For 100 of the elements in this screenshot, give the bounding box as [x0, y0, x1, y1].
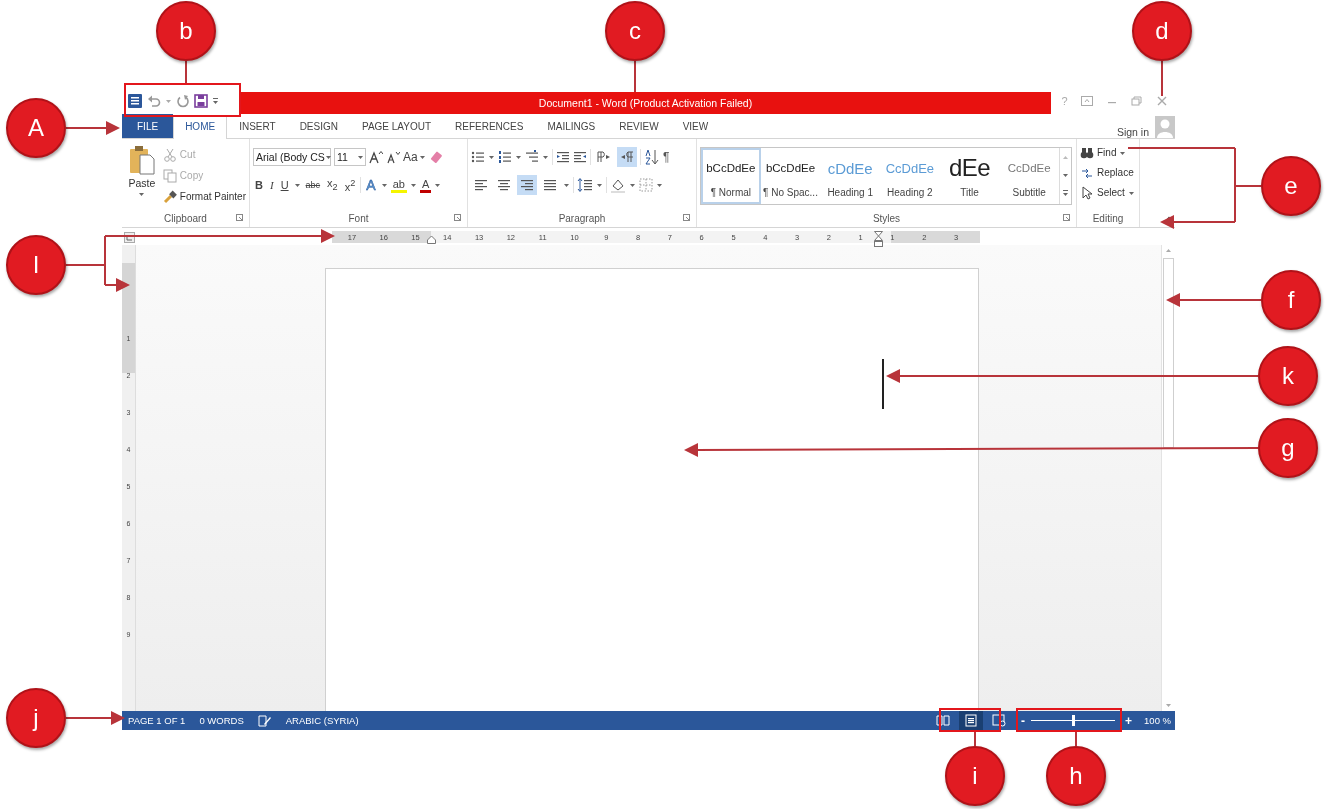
- ribbon-tab[interactable]: HOME: [173, 115, 228, 139]
- dialog-launcher-icon[interactable]: [236, 214, 244, 222]
- format-button[interactable]: x$^{2}$: [342, 177, 358, 193]
- leader-line: [634, 60, 636, 93]
- format-button[interactable]: I: [267, 179, 276, 191]
- decrease-indent-icon[interactable]: [556, 150, 570, 164]
- callout-badge: I: [6, 235, 66, 295]
- style-option[interactable]: dEe Title: [939, 148, 1000, 204]
- callout-badge: g: [1258, 418, 1318, 478]
- callout-badge: j: [6, 688, 66, 748]
- file-tab[interactable]: FILE: [122, 114, 174, 138]
- paste-button[interactable]: Paste: [125, 145, 159, 199]
- multilevel-list-icon[interactable]: [525, 150, 539, 164]
- leader-line: [1075, 730, 1077, 747]
- select-button[interactable]: Select: [1080, 183, 1135, 202]
- leader-line: [1161, 60, 1163, 97]
- leader-line: [65, 121, 120, 135]
- numbering-icon[interactable]: [498, 150, 512, 164]
- page-count[interactable]: PAGE 1 OF 1: [128, 715, 186, 726]
- hanging-indent-icon[interactable]: [874, 231, 883, 247]
- scroll-thumb[interactable]: [1163, 258, 1174, 448]
- ribbon-tab[interactable]: PAGE LAYOUT: [349, 115, 444, 138]
- format-button[interactable]: x$_{2}$: [325, 177, 340, 193]
- change-case-button[interactable]: Aa: [403, 150, 426, 164]
- find-button[interactable]: Find: [1080, 143, 1135, 162]
- callout-badge: e: [1261, 156, 1321, 216]
- style-option[interactable]: CcDdEe Heading 2: [880, 148, 940, 204]
- cursor-arrow-icon: [1080, 185, 1094, 200]
- group-label: Styles: [872, 212, 901, 224]
- ribbon-tab[interactable]: INSERT: [227, 115, 288, 138]
- text-cursor: [882, 359, 884, 409]
- style-option[interactable]: CcDdEe Subtitle: [999, 148, 1060, 204]
- grow-font-icon[interactable]: [369, 150, 383, 164]
- callout-badge: A: [6, 98, 66, 158]
- group-label: Clipboard: [164, 212, 207, 224]
- callout-badge: h: [1046, 746, 1106, 806]
- group-label: Editing: [1092, 212, 1124, 224]
- zoom-level[interactable]: 100 %: [1144, 715, 1171, 726]
- dialog-launcher-icon[interactable]: [683, 214, 691, 222]
- undo-icon[interactable]: [147, 94, 161, 108]
- zoom-in-button[interactable]: +: [1125, 713, 1133, 728]
- callout-badge: f: [1261, 270, 1321, 330]
- web-layout-icon[interactable]: [992, 714, 1007, 727]
- align-right-icon[interactable]: [517, 175, 537, 195]
- font-size-field[interactable]: 11: [334, 148, 366, 166]
- document-app-icon[interactable]: [127, 93, 143, 109]
- font-color-button[interactable]: A: [419, 177, 432, 193]
- callout-badge: i: [945, 746, 1005, 806]
- callout-badge: k: [1258, 346, 1318, 406]
- brush-icon: [162, 189, 177, 204]
- style-option[interactable]: bCcDdEe ¶ No Spac...: [760, 148, 821, 204]
- print-layout-icon[interactable]: [964, 714, 979, 727]
- format-button[interactable]: abc: [303, 180, 323, 190]
- copy-icon: [162, 168, 177, 183]
- ribbon-tab[interactable]: REFERENCES: [443, 115, 536, 138]
- ribbon-tab[interactable]: MAILINGS: [535, 115, 608, 138]
- dialog-launcher-icon[interactable]: [454, 214, 462, 222]
- line-spacing-icon[interactable]: [577, 177, 593, 193]
- right-to-left-icon[interactable]: [617, 147, 637, 167]
- shading-icon[interactable]: [610, 177, 626, 193]
- leader-line: [185, 60, 187, 85]
- format-button[interactable]: U: [278, 179, 291, 191]
- leader-line: [65, 711, 125, 725]
- callout-badge: c: [605, 1, 665, 61]
- style-option[interactable]: cDdEe Heading 1: [820, 148, 880, 204]
- font-name-field[interactable]: Arial (Body CS: [253, 148, 331, 166]
- style-option[interactable]: bCcDdEe ¶ Normal: [701, 148, 761, 204]
- zoom-thumb[interactable]: [1072, 715, 1076, 726]
- tab-selector-icon[interactable]: [124, 231, 135, 243]
- highlight-button[interactable]: ab: [390, 177, 407, 193]
- increase-indent-icon[interactable]: [573, 150, 587, 164]
- word-count[interactable]: 0 WORDS: [199, 715, 244, 726]
- binoculars-icon: [1080, 145, 1094, 160]
- group-label: Font: [348, 212, 369, 224]
- ribbon-tab[interactable]: DESIGN: [287, 115, 350, 138]
- show-marks-button[interactable]: ¶: [663, 150, 670, 164]
- text-effects-button[interactable]: A: [364, 177, 378, 193]
- ribbon-tab[interactable]: REVIEW: [607, 115, 671, 138]
- replace-button[interactable]: Replace: [1080, 163, 1135, 182]
- group-label: Paragraph: [558, 212, 606, 224]
- bullets-icon[interactable]: [471, 150, 485, 164]
- ribbon-tab[interactable]: VIEW: [670, 115, 721, 138]
- callout-badge: b: [156, 1, 216, 61]
- format-button[interactable]: B: [253, 179, 265, 191]
- format-painter-button[interactable]: Format Painter: [162, 187, 246, 206]
- customize-caret-icon[interactable]: [212, 95, 219, 107]
- read-mode-icon[interactable]: [936, 714, 951, 727]
- language-indicator[interactable]: ARABIC (SYRIA): [285, 715, 359, 726]
- dialog-launcher-icon[interactable]: [1063, 214, 1071, 222]
- save-icon[interactable]: [194, 94, 208, 108]
- scissors-icon: [162, 147, 177, 162]
- sort-icon[interactable]: [644, 149, 660, 165]
- leader-line: [974, 730, 976, 747]
- clipboard-icon: [127, 145, 156, 175]
- callout-badge: d: [1132, 1, 1192, 61]
- sign-in-link[interactable]: Sign in: [1116, 126, 1149, 138]
- view-button[interactable]: [959, 711, 984, 730]
- proofing-icon[interactable]: [257, 714, 272, 727]
- zoom-out-button[interactable]: -: [1021, 713, 1026, 728]
- shrink-font-icon[interactable]: [386, 150, 400, 164]
